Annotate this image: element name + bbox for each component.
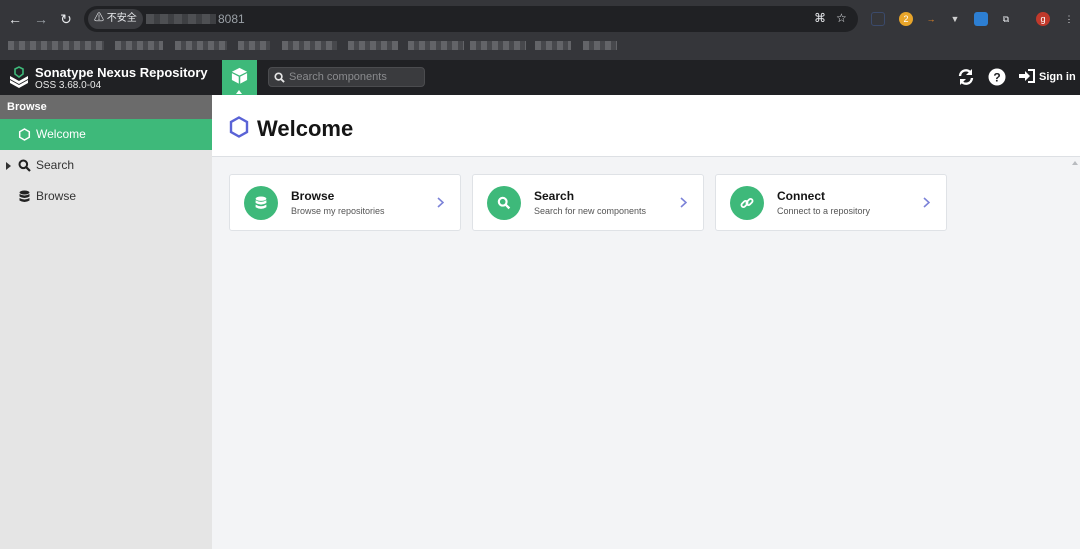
sign-in-button[interactable]: Sign in — [1019, 69, 1076, 83]
address-bar[interactable]: ⚠ 不安全 8081 ⌘ ☆ — [84, 6, 858, 32]
search-components-input[interactable] — [289, 69, 419, 85]
refresh-icon[interactable] — [957, 68, 975, 86]
app-name: Sonatype Nexus Repository — [35, 65, 208, 80]
card-subtitle: Search for new components — [534, 206, 647, 216]
scroll-up-icon[interactable] — [1072, 161, 1078, 165]
bookmark-redacted[interactable] — [238, 41, 270, 50]
sign-in-label: Sign in — [1039, 71, 1076, 83]
sidebar-item-label: Search — [36, 158, 75, 172]
bookmark-redacted[interactable] — [8, 41, 104, 50]
card-icon-circle — [730, 186, 764, 220]
hexagon-icon — [18, 128, 31, 141]
sidebar-item-browse[interactable]: Browse — [0, 181, 212, 212]
bookmark-redacted[interactable] — [470, 41, 526, 50]
cube-icon — [231, 67, 248, 84]
search-icon — [497, 196, 511, 210]
sidebar: Browse Welcome Search Browse — [0, 95, 212, 549]
extension-icon[interactable] — [974, 12, 988, 26]
browse-mode-button[interactable] — [222, 60, 257, 95]
sign-in-icon — [1019, 69, 1035, 83]
extension-badge-icon[interactable]: 2 — [899, 12, 913, 26]
main-content: Welcome Browse Browse my repositories Se… — [212, 95, 1080, 549]
page-title-bar: Welcome — [212, 95, 1080, 157]
search-icon — [18, 159, 31, 172]
sidebar-item-search[interactable]: Search — [0, 150, 212, 181]
browse-card[interactable]: Browse Browse my repositories — [229, 174, 461, 231]
sidebar-item-welcome[interactable]: Welcome — [0, 119, 212, 150]
card-title: Search — [534, 189, 575, 203]
back-icon[interactable]: ← — [5, 10, 25, 28]
bookmark-redacted[interactable] — [408, 41, 464, 50]
bookmark-redacted[interactable] — [348, 41, 398, 50]
active-caret-icon — [236, 90, 242, 94]
card-title: Connect — [777, 189, 825, 203]
link-icon — [740, 198, 754, 208]
profile-avatar[interactable]: g — [1036, 12, 1050, 26]
extension-vue-icon[interactable]: ▼ — [948, 12, 962, 26]
sidebar-header: Browse — [0, 95, 212, 119]
chevron-right-icon — [923, 197, 930, 208]
sidebar-item-label: Welcome — [36, 127, 86, 141]
url-redacted — [146, 14, 216, 24]
bookmark-star-icon[interactable]: ☆ — [836, 11, 847, 25]
extension-icon[interactable]: → — [924, 12, 938, 26]
app-header: Sonatype Nexus Repository OSS 3.68.0-04 … — [0, 60, 1080, 95]
database-icon — [19, 190, 30, 202]
bookmark-redacted[interactable] — [282, 41, 337, 50]
chevron-right-icon — [680, 197, 687, 208]
card-icon-circle — [244, 186, 278, 220]
card-icon-circle — [487, 186, 521, 220]
security-chip[interactable]: ⚠ 不安全 — [88, 9, 143, 29]
security-label: 不安全 — [106, 13, 137, 24]
database-icon — [255, 196, 267, 209]
connect-card[interactable]: Connect Connect to a repository — [715, 174, 947, 231]
help-icon[interactable]: ? — [988, 68, 1006, 86]
card-subtitle: Browse my repositories — [291, 206, 385, 216]
bookmarks-bar — [0, 36, 1080, 56]
search-card[interactable]: Search Search for new components — [472, 174, 704, 231]
bookmark-redacted[interactable] — [535, 41, 571, 50]
card-subtitle: Connect to a repository — [777, 206, 871, 216]
translate-icon[interactable]: ⌘ — [814, 11, 826, 25]
bookmark-redacted[interactable] — [583, 41, 617, 50]
extension-icon[interactable] — [871, 12, 885, 26]
hexagon-icon — [229, 116, 249, 138]
bookmark-redacted[interactable] — [175, 41, 227, 50]
card-title: Browse — [291, 189, 335, 203]
url-text: 8081 — [218, 12, 245, 26]
extensions-puzzle-icon[interactable]: ⧉ — [999, 12, 1013, 26]
search-icon — [274, 72, 285, 83]
chevron-right-icon — [437, 197, 444, 208]
bookmark-redacted[interactable] — [115, 41, 163, 50]
forward-icon[interactable]: → — [31, 10, 51, 28]
app-version: OSS 3.68.0-04 — [35, 80, 102, 91]
sonatype-logo-icon — [10, 66, 28, 88]
page-title: Welcome — [257, 116, 354, 141]
expand-arrow-icon[interactable] — [6, 162, 11, 170]
reload-icon[interactable]: ↻ — [56, 10, 76, 28]
svg-text:?: ? — [993, 71, 1000, 85]
sidebar-item-label: Browse — [36, 189, 77, 203]
search-components-box[interactable] — [268, 67, 425, 87]
menu-kebab-icon[interactable]: ⋮ — [1062, 12, 1076, 26]
browser-toolbar: ← → ↻ ⚠ 不安全 8081 ⌘ ☆ 2 → ▼ ⧉ g ⋮ — [0, 4, 1080, 34]
browser-chrome: ← → ↻ ⚠ 不安全 8081 ⌘ ☆ 2 → ▼ ⧉ g ⋮ — [0, 0, 1080, 60]
